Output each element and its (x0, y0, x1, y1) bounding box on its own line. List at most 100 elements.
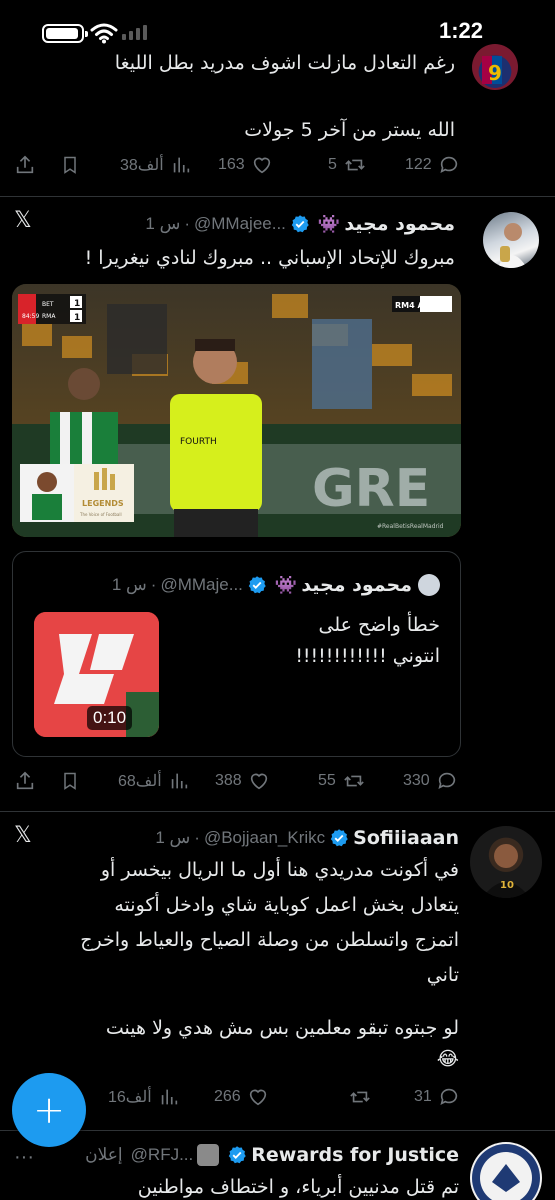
tweet-text: مبروك للإتحاد الإسباني .. مبروك لنادي ني… (84, 247, 455, 269)
verified-badge-icon (229, 1146, 246, 1164)
promoted-label: إعلان (85, 1145, 123, 1164)
like-count: 266 (214, 1088, 241, 1105)
tweet-actions: 330 55 388 68ألف (0, 770, 555, 800)
retweet-count: 5 (328, 156, 337, 173)
avatar[interactable]: 10 (470, 826, 542, 898)
svg-text:GRE: GRE (312, 459, 430, 519)
avatar-image-icon (497, 223, 527, 268)
views-count: 68ألف (118, 773, 162, 790)
svg-text:84:59: 84:59 (22, 313, 39, 320)
share-button[interactable] (14, 770, 36, 792)
retweet-button[interactable] (342, 1086, 372, 1108)
divider (0, 1130, 555, 1131)
tweet-header: Rewards for Justice @RFJ... إعلان (77, 1140, 459, 1170)
handle: @MMaje... (160, 575, 243, 594)
views-count: 16ألف (108, 1089, 152, 1106)
crest-icon: 9 (482, 56, 502, 85)
svg-text:RMA: RMA (42, 313, 56, 320)
avatar[interactable] (483, 212, 539, 268)
more-options-button[interactable]: ··· (14, 1146, 34, 1169)
legends-overlay: LEGENDS The Voice of Football (20, 464, 134, 522)
avatar-image-icon: 10 (482, 844, 530, 898)
verified-badge-icon (248, 576, 266, 594)
like-count: 163 (218, 156, 245, 173)
analytics-icon (161, 1089, 177, 1105)
reply-button[interactable]: 31 (414, 1086, 460, 1108)
heart-icon (249, 1089, 266, 1106)
like-button[interactable]: 388 (215, 770, 270, 792)
tweet-actions: 122 5 163 38ألف (0, 154, 555, 184)
more-icon: ··· (14, 1146, 34, 1168)
tweet-video-thumbnail[interactable]: GRE FOURTH 84:59 BET RMA 1 1 RM4 Arab LE… (12, 284, 461, 537)
views-button[interactable]: 38ألف (120, 154, 192, 176)
divider (0, 196, 555, 197)
avatar[interactable]: 9 (472, 44, 518, 90)
analytics-icon (173, 157, 189, 173)
retweet-button[interactable]: 5 (328, 154, 367, 176)
bookmark-button[interactable] (60, 154, 80, 176)
tweet-header: Sofiiiaaan @Bojjaan_Krikc · 1 س (155, 823, 459, 853)
compose-button[interactable]: + (12, 1073, 86, 1147)
views-count: 38ألف (120, 157, 164, 174)
reply-button[interactable]: 330 (403, 770, 458, 792)
alien-monster-icon: 👾 (317, 213, 341, 235)
scoreboard: 84:59 BET RMA 1 1 (18, 294, 86, 324)
tweet-text-line: رغم التعادل مازلت اشوف مدريد بطل الليغا (114, 52, 455, 74)
tweet-text-line: يتعادل بخش اعمل كوباية شاي وادخل أكونته (114, 894, 459, 916)
svg-text:#RealBetisRealMadrid: #RealBetisRealMadrid (377, 523, 444, 530)
display-name: محمود مجيد (301, 574, 412, 596)
display-name[interactable]: Rewards for Justice (251, 1144, 459, 1166)
reply-icon (440, 156, 457, 173)
analytics-icon (171, 773, 187, 789)
wifi-icon (90, 23, 118, 44)
views-button[interactable]: 16ألف (108, 1086, 180, 1108)
like-button[interactable]: 163 (218, 154, 273, 176)
handle[interactable]: @RFJ... (131, 1145, 194, 1165)
timestamp: 1 س (145, 214, 181, 233)
like-button[interactable]: 266 (214, 1086, 269, 1108)
tweet-text-line: تاني (426, 964, 459, 986)
match-video-image: GRE FOURTH 84:59 BET RMA 1 1 RM4 Arab LE… (12, 284, 461, 537)
quoted-tweet[interactable]: محمود مجيد 👾 @MMaje... · 1 س خطأ واضح عل… (12, 551, 461, 757)
share-button[interactable] (14, 154, 36, 176)
avatar[interactable] (470, 1142, 542, 1200)
tweet-text-line: تم قتل مدنيين أبرياء، و اختطاف مواطنين (137, 1176, 459, 1198)
dot-separator: · (184, 214, 191, 233)
like-count: 388 (215, 772, 242, 789)
reply-icon (440, 1088, 457, 1105)
svg-text:BET: BET (42, 301, 54, 308)
channel-logo: RM4 Arab (392, 296, 452, 312)
views-button[interactable]: 68ألف (118, 770, 190, 792)
share-icon (16, 771, 34, 790)
dot-separator: · (150, 575, 157, 594)
bookmark-icon (64, 772, 76, 790)
quote-text-line: خطأ واضح على (318, 614, 440, 636)
x-logo-icon: 𝕏 (14, 208, 32, 233)
alien-monster-icon: 👾 (274, 574, 298, 596)
seal-icon (472, 1144, 540, 1200)
svg-text:RM4 Arab: RM4 Arab (395, 301, 439, 310)
reply-count: 31 (414, 1088, 432, 1105)
laughing-emoji-icon: 😂 (436, 1048, 459, 1070)
handle[interactable]: @Bojjaan_Krikc (204, 828, 325, 848)
display-name[interactable]: Sofiiiaaan (353, 827, 459, 849)
timestamp: 1 س (111, 575, 147, 594)
display-name[interactable]: محمود مجيد (344, 213, 455, 235)
svg-text:9: 9 (488, 61, 502, 85)
verified-badge-icon (330, 829, 348, 847)
reply-icon (438, 772, 455, 789)
retweet-button[interactable]: 55 (318, 770, 366, 792)
battery-icon (42, 24, 88, 43)
status-time: 1:22 (438, 18, 483, 43)
svg-text:FOURTH: FOURTH (180, 437, 217, 447)
quote-video-thumbnail[interactable]: 0:10 (34, 612, 159, 737)
reply-button[interactable]: 122 (405, 154, 460, 176)
timestamp: 1 س (155, 828, 191, 847)
divider (0, 811, 555, 812)
bookmark-button[interactable] (60, 770, 80, 792)
svg-text:LEGENDS: LEGENDS (82, 499, 124, 508)
plus-icon: + (33, 1088, 65, 1132)
video-duration: 0:10 (87, 706, 133, 730)
handle[interactable]: @MMajee... (194, 214, 286, 234)
quote-text-line: انتوني !!!!!!!!!!!! (295, 645, 440, 667)
